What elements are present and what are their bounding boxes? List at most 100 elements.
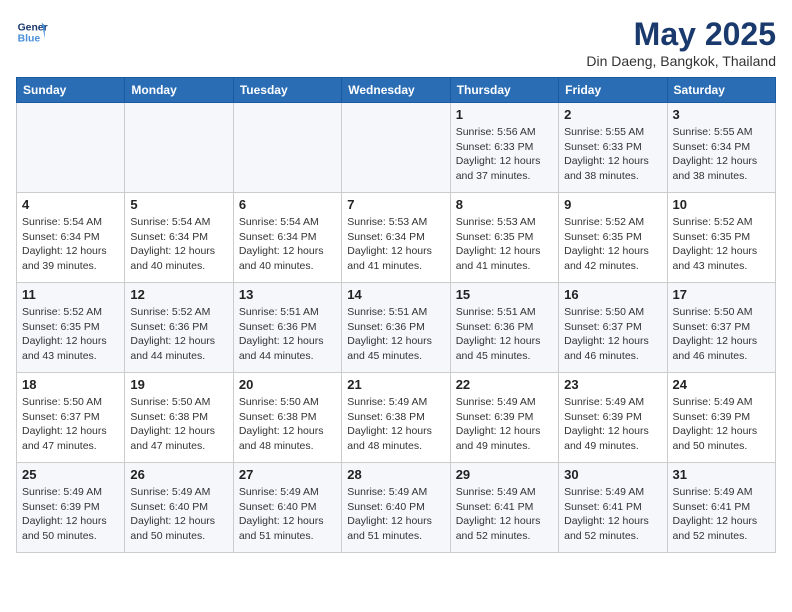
calendar-cell [233, 103, 341, 193]
day-info: Sunrise: 5:52 AM Sunset: 6:35 PM Dayligh… [22, 305, 119, 364]
day-number: 2 [564, 107, 661, 122]
calendar-cell: 21 Sunrise: 5:49 AM Sunset: 6:38 PM Dayli… [342, 373, 450, 463]
calendar-cell: 24 Sunrise: 5:49 AM Sunset: 6:39 PM Dayli… [667, 373, 775, 463]
day-number: 30 [564, 467, 661, 482]
calendar-cell: 14 Sunrise: 5:51 AM Sunset: 6:36 PM Dayli… [342, 283, 450, 373]
day-number: 10 [673, 197, 770, 212]
calendar-cell: 11 Sunrise: 5:52 AM Sunset: 6:35 PM Dayli… [17, 283, 125, 373]
title-block: May 2025 Din Daeng, Bangkok, Thailand [586, 16, 776, 69]
day-number: 13 [239, 287, 336, 302]
weekday-header: Tuesday [233, 78, 341, 103]
calendar-title: May 2025 [586, 16, 776, 53]
day-info: Sunrise: 5:49 AM Sunset: 6:41 PM Dayligh… [564, 485, 661, 544]
day-info: Sunrise: 5:50 AM Sunset: 6:38 PM Dayligh… [130, 395, 227, 454]
day-number: 19 [130, 377, 227, 392]
day-number: 27 [239, 467, 336, 482]
calendar-cell [17, 103, 125, 193]
calendar-cell: 31 Sunrise: 5:49 AM Sunset: 6:41 PM Dayli… [667, 463, 775, 553]
logo: General Blue [16, 16, 48, 48]
day-info: Sunrise: 5:49 AM Sunset: 6:41 PM Dayligh… [673, 485, 770, 544]
calendar-cell: 8 Sunrise: 5:53 AM Sunset: 6:35 PM Daylig… [450, 193, 558, 283]
calendar-cell: 3Sunrise: 5:55 AM Sunset: 6:34 PM Daylig… [667, 103, 775, 193]
calendar-cell: 15Sunrise: 5:51 AM Sunset: 6:36 PM Dayli… [450, 283, 558, 373]
day-number: 4 [22, 197, 119, 212]
weekday-header-row: SundayMondayTuesdayWednesdayThursdayFrid… [17, 78, 776, 103]
day-number: 31 [673, 467, 770, 482]
day-number: 12 [130, 287, 227, 302]
calendar-cell: 13 Sunrise: 5:51 AM Sunset: 6:36 PM Dayli… [233, 283, 341, 373]
day-info: Sunrise: 5:49 AM Sunset: 6:40 PM Dayligh… [239, 485, 336, 544]
day-info: Sunrise: 5:56 AM Sunset: 6:33 PM Dayligh… [456, 125, 553, 184]
calendar-cell: 30 Sunrise: 5:49 AM Sunset: 6:41 PM Dayli… [559, 463, 667, 553]
day-info: Sunrise: 5:50 AM Sunset: 6:37 PM Dayligh… [564, 305, 661, 364]
day-number: 15 [456, 287, 553, 302]
day-number: 26 [130, 467, 227, 482]
day-number: 11 [22, 287, 119, 302]
day-number: 28 [347, 467, 444, 482]
calendar-week-row: 1 Sunrise: 5:56 AM Sunset: 6:33 PM Daylig… [17, 103, 776, 193]
calendar-cell: 17 Sunrise: 5:50 AM Sunset: 6:37 PM Dayli… [667, 283, 775, 373]
calendar-table: SundayMondayTuesdayWednesdayThursdayFrid… [16, 77, 776, 553]
weekday-header: Friday [559, 78, 667, 103]
day-info: Sunrise: 5:49 AM Sunset: 6:41 PM Dayligh… [456, 485, 553, 544]
day-info: Sunrise: 5:54 AM Sunset: 6:34 PM Dayligh… [130, 215, 227, 274]
day-number: 17 [673, 287, 770, 302]
day-number: 7 [347, 197, 444, 212]
calendar-cell [342, 103, 450, 193]
logo-icon: General Blue [16, 16, 48, 48]
day-info: Sunrise: 5:49 AM Sunset: 6:38 PM Dayligh… [347, 395, 444, 454]
page-header: General Blue May 2025 Din Daeng, Bangkok… [16, 16, 776, 69]
day-info: Sunrise: 5:49 AM Sunset: 6:39 PM Dayligh… [673, 395, 770, 454]
day-info: Sunrise: 5:49 AM Sunset: 6:39 PM Dayligh… [564, 395, 661, 454]
calendar-cell: 25Sunrise: 5:49 AM Sunset: 6:39 PM Dayli… [17, 463, 125, 553]
day-info: Sunrise: 5:49 AM Sunset: 6:39 PM Dayligh… [22, 485, 119, 544]
calendar-cell: 10 Sunrise: 5:52 AM Sunset: 6:35 PM Dayli… [667, 193, 775, 283]
day-info: Sunrise: 5:54 AM Sunset: 6:34 PM Dayligh… [22, 215, 119, 274]
day-number: 24 [673, 377, 770, 392]
day-info: Sunrise: 5:54 AM Sunset: 6:34 PM Dayligh… [239, 215, 336, 274]
calendar-cell: 29 Sunrise: 5:49 AM Sunset: 6:41 PM Dayli… [450, 463, 558, 553]
day-info: Sunrise: 5:55 AM Sunset: 6:33 PM Dayligh… [564, 125, 661, 184]
day-info: Sunrise: 5:53 AM Sunset: 6:35 PM Dayligh… [456, 215, 553, 274]
day-info: Sunrise: 5:51 AM Sunset: 6:36 PM Dayligh… [347, 305, 444, 364]
calendar-cell: 12 Sunrise: 5:52 AM Sunset: 6:36 PM Dayli… [125, 283, 233, 373]
calendar-cell: 9Sunrise: 5:52 AM Sunset: 6:35 PM Daylig… [559, 193, 667, 283]
calendar-cell: 20Sunrise: 5:50 AM Sunset: 6:38 PM Dayli… [233, 373, 341, 463]
calendar-cell: 2 Sunrise: 5:55 AM Sunset: 6:33 PM Daylig… [559, 103, 667, 193]
day-info: Sunrise: 5:51 AM Sunset: 6:36 PM Dayligh… [239, 305, 336, 364]
day-number: 21 [347, 377, 444, 392]
calendar-cell: 28 Sunrise: 5:49 AM Sunset: 6:40 PM Dayli… [342, 463, 450, 553]
calendar-week-row: 11 Sunrise: 5:52 AM Sunset: 6:35 PM Dayli… [17, 283, 776, 373]
day-number: 16 [564, 287, 661, 302]
calendar-cell: 5 Sunrise: 5:54 AM Sunset: 6:34 PM Daylig… [125, 193, 233, 283]
calendar-cell: 22Sunrise: 5:49 AM Sunset: 6:39 PM Dayli… [450, 373, 558, 463]
day-info: Sunrise: 5:52 AM Sunset: 6:35 PM Dayligh… [673, 215, 770, 274]
calendar-cell: 26Sunrise: 5:49 AM Sunset: 6:40 PM Dayli… [125, 463, 233, 553]
day-info: Sunrise: 5:53 AM Sunset: 6:34 PM Dayligh… [347, 215, 444, 274]
calendar-cell: 23 Sunrise: 5:49 AM Sunset: 6:39 PM Dayli… [559, 373, 667, 463]
day-number: 1 [456, 107, 553, 122]
day-number: 14 [347, 287, 444, 302]
weekday-header: Sunday [17, 78, 125, 103]
day-info: Sunrise: 5:50 AM Sunset: 6:37 PM Dayligh… [22, 395, 119, 454]
day-info: Sunrise: 5:49 AM Sunset: 6:40 PM Dayligh… [347, 485, 444, 544]
day-info: Sunrise: 5:52 AM Sunset: 6:36 PM Dayligh… [130, 305, 227, 364]
day-info: Sunrise: 5:49 AM Sunset: 6:39 PM Dayligh… [456, 395, 553, 454]
day-number: 29 [456, 467, 553, 482]
svg-text:Blue: Blue [18, 34, 41, 45]
calendar-cell: 7 Sunrise: 5:53 AM Sunset: 6:34 PM Daylig… [342, 193, 450, 283]
weekday-header: Wednesday [342, 78, 450, 103]
day-info: Sunrise: 5:55 AM Sunset: 6:34 PM Dayligh… [673, 125, 770, 184]
day-number: 8 [456, 197, 553, 212]
calendar-week-row: 25Sunrise: 5:49 AM Sunset: 6:39 PM Dayli… [17, 463, 776, 553]
calendar-cell: 27 Sunrise: 5:49 AM Sunset: 6:40 PM Dayli… [233, 463, 341, 553]
calendar-week-row: 4 Sunrise: 5:54 AM Sunset: 6:34 PM Daylig… [17, 193, 776, 283]
calendar-cell: 16 Sunrise: 5:50 AM Sunset: 6:37 PM Dayli… [559, 283, 667, 373]
weekday-header: Thursday [450, 78, 558, 103]
day-number: 5 [130, 197, 227, 212]
weekday-header: Monday [125, 78, 233, 103]
day-info: Sunrise: 5:52 AM Sunset: 6:35 PM Dayligh… [564, 215, 661, 274]
day-info: Sunrise: 5:50 AM Sunset: 6:37 PM Dayligh… [673, 305, 770, 364]
calendar-subtitle: Din Daeng, Bangkok, Thailand [586, 53, 776, 69]
day-number: 23 [564, 377, 661, 392]
